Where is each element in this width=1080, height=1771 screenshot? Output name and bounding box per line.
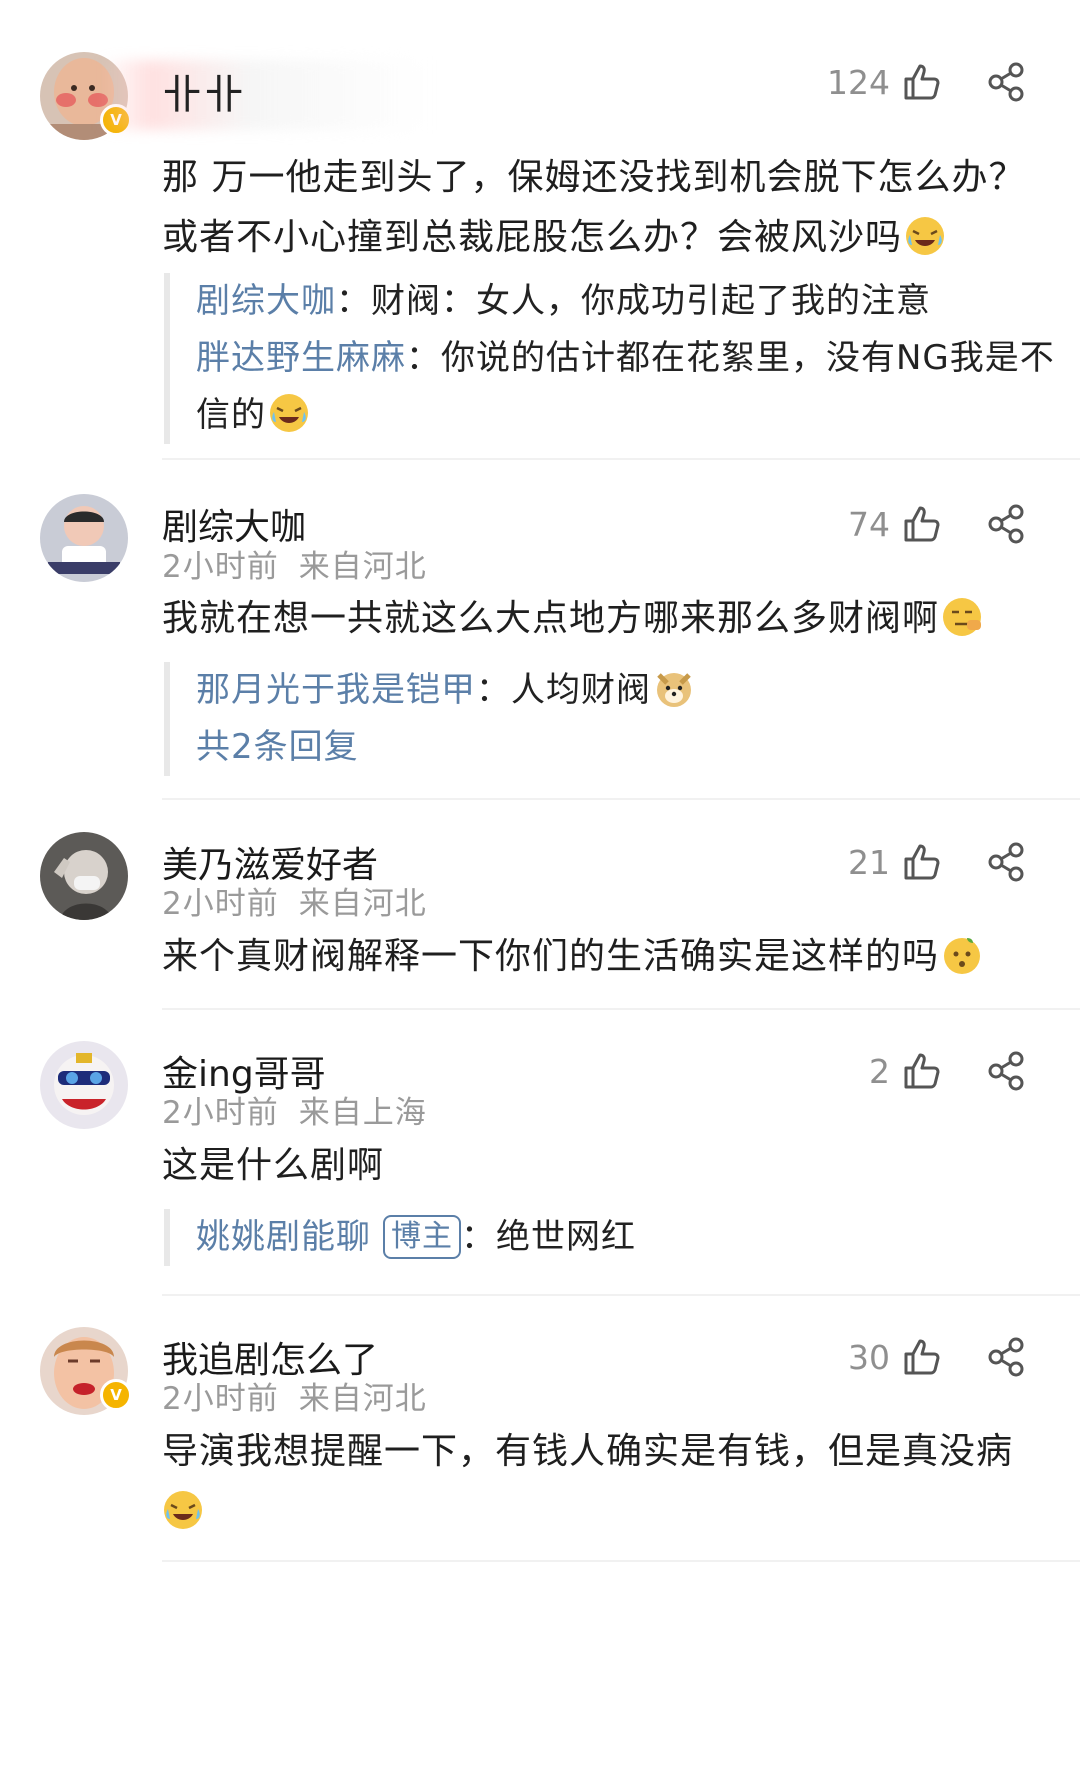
reply-author[interactable]: 姚姚剧能聊 [196, 1217, 371, 1257]
laugh-cry-emoji-icon [270, 394, 308, 432]
laugh-cry-emoji-icon [164, 1491, 202, 1529]
comment-meta: 2小时前 来自河北 [162, 878, 427, 923]
verified-badge-icon: V [100, 1379, 132, 1411]
thumbs-up-icon[interactable] [900, 502, 944, 546]
reply-list[interactable]: 那月光于我是铠甲：人均财阀 共2条回复 [164, 662, 1064, 776]
comment-text: 那 万一他走到头了，保姆还没找到机会脱下怎么办？或者不小心撞到总裁屁股怎么办？会… [162, 157, 1026, 258]
ip-location: 来自上海 [298, 1095, 427, 1131]
post-time: 2小时前 [162, 886, 279, 922]
comment-text: 我就在想一共就这么大点地方哪来那么多财阀啊 [162, 589, 1032, 649]
comment-actions: 30 [848, 1329, 1028, 1385]
ip-location: 来自河北 [298, 549, 427, 585]
reply-item[interactable]: 剧综大咖：财阀：女人，你成功引起了我的注意 [196, 273, 1064, 330]
comment-meta: 2小时前 来自河北 [162, 541, 427, 586]
share-icon[interactable] [984, 1335, 1028, 1379]
thinking-emoji-icon [943, 598, 982, 636]
dazed-face-emoji-icon [944, 938, 981, 974]
thumbs-up-icon[interactable] [900, 840, 944, 884]
comment-feed: V 卝卝 124 那 万一他走到头了，保姆还没找到机会脱下怎么办？或者不小心撞到… [0, 0, 1080, 1771]
reply-text: ：财阀：女人，你成功引起了我的注意 [336, 281, 931, 321]
comment-actions: 2 [869, 1043, 1028, 1099]
share-icon[interactable] [984, 60, 1028, 104]
post-time: 2小时前 [162, 1095, 279, 1131]
post-time: 2小时前 [162, 549, 279, 585]
like-count: 30 [848, 1337, 890, 1377]
comment-actions: 124 [827, 54, 1028, 110]
name-blur-decoration [100, 60, 430, 130]
thumbs-up-icon[interactable] [900, 1335, 944, 1379]
post-time: 2小时前 [162, 1381, 279, 1417]
comment-actions: 74 [848, 496, 1028, 552]
reply-item[interactable]: 那月光于我是铠甲：人均财阀 [196, 662, 1064, 719]
username[interactable]: 卝卝 [162, 62, 246, 120]
thumbs-up-icon[interactable] [900, 60, 944, 104]
ip-location: 来自河北 [298, 1381, 427, 1417]
share-icon[interactable] [984, 1049, 1028, 1093]
like-count: 2 [869, 1051, 890, 1091]
like-count: 124 [827, 62, 890, 102]
avatar[interactable] [40, 494, 128, 582]
divider [162, 1560, 1080, 1562]
thumbs-up-icon[interactable] [900, 1049, 944, 1093]
reply-item[interactable]: 胖达野生麻麻：你说的估计都在花絮里，没有NG我是不信的 [196, 330, 1064, 444]
reply-list[interactable]: 姚姚剧能聊 博主 ：绝世网红 [164, 1209, 1064, 1266]
ip-location: 来自河北 [298, 886, 427, 922]
avatar[interactable] [40, 832, 128, 920]
reply-author[interactable]: 剧综大咖 [196, 281, 336, 321]
reply-text: ：人均财阀 [476, 670, 651, 710]
comment-meta: 2小时前 来自河北 [162, 1373, 427, 1418]
divider [162, 458, 1080, 460]
divider [162, 798, 1080, 800]
divider [162, 1008, 1080, 1010]
avatar[interactable]: V [40, 1327, 132, 1415]
comment-text: 来个真财阀解释一下你们的生活确实是这样的吗 [162, 927, 1032, 987]
comment-meta: 2小时前 来自上海 [162, 1087, 427, 1132]
comment-text: 这是什么剧啊 [162, 1145, 385, 1186]
reply-text: ：绝世网红 [461, 1217, 636, 1257]
reply-author[interactable]: 那月光于我是铠甲 [196, 670, 476, 710]
divider [162, 1294, 1080, 1296]
comment-text: 导演我想提醒一下，有钱人确实是有钱，但是真没病 [162, 1422, 1032, 1542]
reply-author[interactable]: 胖达野生麻麻 [196, 338, 406, 378]
reply-list[interactable]: 剧综大咖：财阀：女人，你成功引起了我的注意 胖达野生麻麻：你说的估计都在花絮里，… [164, 273, 1064, 444]
reply-item[interactable]: 姚姚剧能聊 博主 ：绝世网红 [196, 1209, 1064, 1266]
doge-emoji-icon [657, 673, 691, 707]
laugh-cry-emoji-icon [906, 217, 945, 255]
avatar[interactable] [40, 1041, 128, 1129]
comment-actions: 21 [848, 834, 1028, 890]
blogger-badge: 博主 [383, 1215, 461, 1259]
share-icon[interactable] [984, 502, 1028, 546]
share-icon[interactable] [984, 840, 1028, 884]
like-count: 21 [848, 842, 890, 882]
view-more-replies-link[interactable]: 共2条回复 [196, 719, 1064, 776]
like-count: 74 [848, 504, 890, 544]
